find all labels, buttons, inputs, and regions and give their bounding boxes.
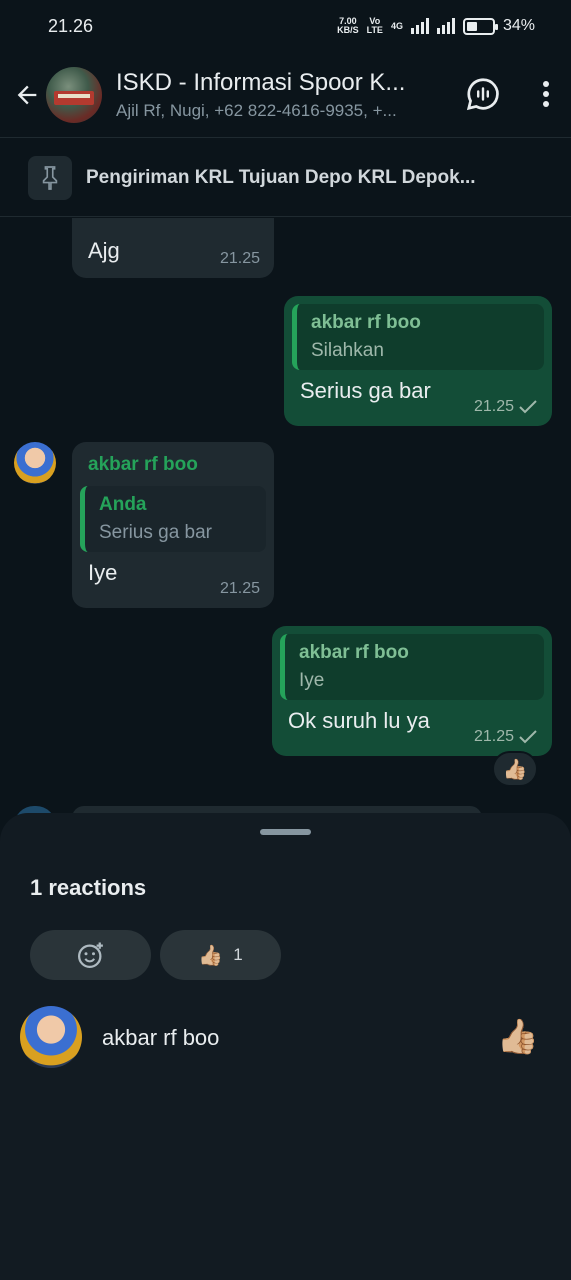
quoted-sender: akbar rf boo (311, 312, 421, 333)
add-reaction-button[interactable] (30, 930, 151, 980)
signal-icon (410, 18, 429, 34)
sender-name[interactable]: akbar rf boo (80, 454, 266, 476)
signal-icon-2 (436, 18, 455, 34)
thumbs-up-icon: 👍🏼 (496, 1018, 539, 1056)
reaction-user-name: akbar rf boo (102, 1025, 220, 1050)
message-time: 21.25 (474, 398, 538, 416)
message-bubble-incoming[interactable]: akbar rf boo Anda Serius ga bar Iye 21.2… (72, 442, 274, 608)
network-type: 4G (390, 20, 403, 31)
reaction-user-row[interactable]: akbar rf boo 👍🏼 (0, 1003, 571, 1073)
group-avatar[interactable] (46, 66, 102, 123)
quoted-text: Iye (299, 670, 325, 691)
thumbs-up-icon: 👍🏼 (198, 944, 224, 967)
message-time: 21.25 (474, 728, 538, 746)
quoted-message[interactable]: akbar rf boo Iye (280, 634, 544, 700)
battery-icon (462, 17, 498, 35)
volte-icon: Vo LTE (366, 16, 383, 35)
header-actions (465, 76, 551, 117)
quoted-sender: akbar rf boo (299, 642, 409, 663)
status-time: 21.26 (48, 15, 94, 36)
battery-percent: 34% (502, 17, 535, 34)
status-bar: 21.26 7.00 KB/S Vo LTE 4G 34% (0, 0, 571, 52)
group-members: Ajil Rf, Nugi, +62 822-4616-9935, +... (116, 100, 397, 120)
voice-chat-icon[interactable] (465, 76, 501, 117)
net-speed: 7.00 KB/S (337, 16, 359, 35)
pinned-message-text: Pengiriman KRL Tujuan Depo KRL Depok... (86, 166, 476, 188)
message-bubble-outgoing[interactable]: akbar rf boo Silahkan Serius ga bar 21.2… (284, 296, 552, 426)
sent-check-icon (519, 400, 537, 414)
back-arrow-icon[interactable] (12, 80, 42, 110)
avatar (20, 1006, 82, 1068)
pinned-message-bar[interactable]: Pengiriman KRL Tujuan Depo KRL Depok... (0, 139, 571, 217)
sheet-drag-handle[interactable] (260, 829, 311, 835)
message-time: 21.25 (219, 580, 260, 597)
group-title: ISKD - Informasi Spoor K... (116, 68, 406, 96)
sender-avatar[interactable] (14, 442, 56, 484)
quoted-message[interactable]: akbar rf boo Silahkan (292, 304, 544, 370)
add-emoji-icon (77, 942, 103, 968)
group-info[interactable]: ISKD - Informasi Spoor K... Ajil Rf, Nug… (116, 69, 436, 121)
message-time: 21.25 (219, 250, 260, 267)
pin-icon (28, 155, 72, 200)
message-reaction[interactable]: 👍🏼 (492, 751, 538, 787)
chat-header: ISKD - Informasi Spoor K... Ajil Rf, Nug… (0, 52, 571, 138)
reactions-sheet: 1 reactions 👍🏼 1 akbar rf boo 👍🏼 (0, 813, 571, 1280)
more-options-icon[interactable] (541, 79, 551, 114)
message-bubble-outgoing[interactable]: akbar rf boo Iye Ok suruh lu ya 21.25 (272, 626, 552, 756)
quoted-text: Serius ga bar (99, 522, 213, 543)
status-icons: 7.00 KB/S Vo LTE 4G 34% (337, 17, 535, 35)
quoted-message[interactable]: Anda Serius ga bar (80, 486, 266, 552)
message-bubble-incoming[interactable]: Ajg 21.25 (72, 218, 274, 278)
quoted-text: Silahkan (311, 340, 384, 361)
reaction-filter-thumbs-up[interactable]: 👍🏼 1 (160, 930, 281, 980)
quoted-sender: Anda (99, 494, 147, 515)
sent-check-icon (519, 730, 537, 744)
reaction-count: 1 (233, 945, 243, 964)
reactions-count-title: 1 reactions (30, 875, 147, 900)
